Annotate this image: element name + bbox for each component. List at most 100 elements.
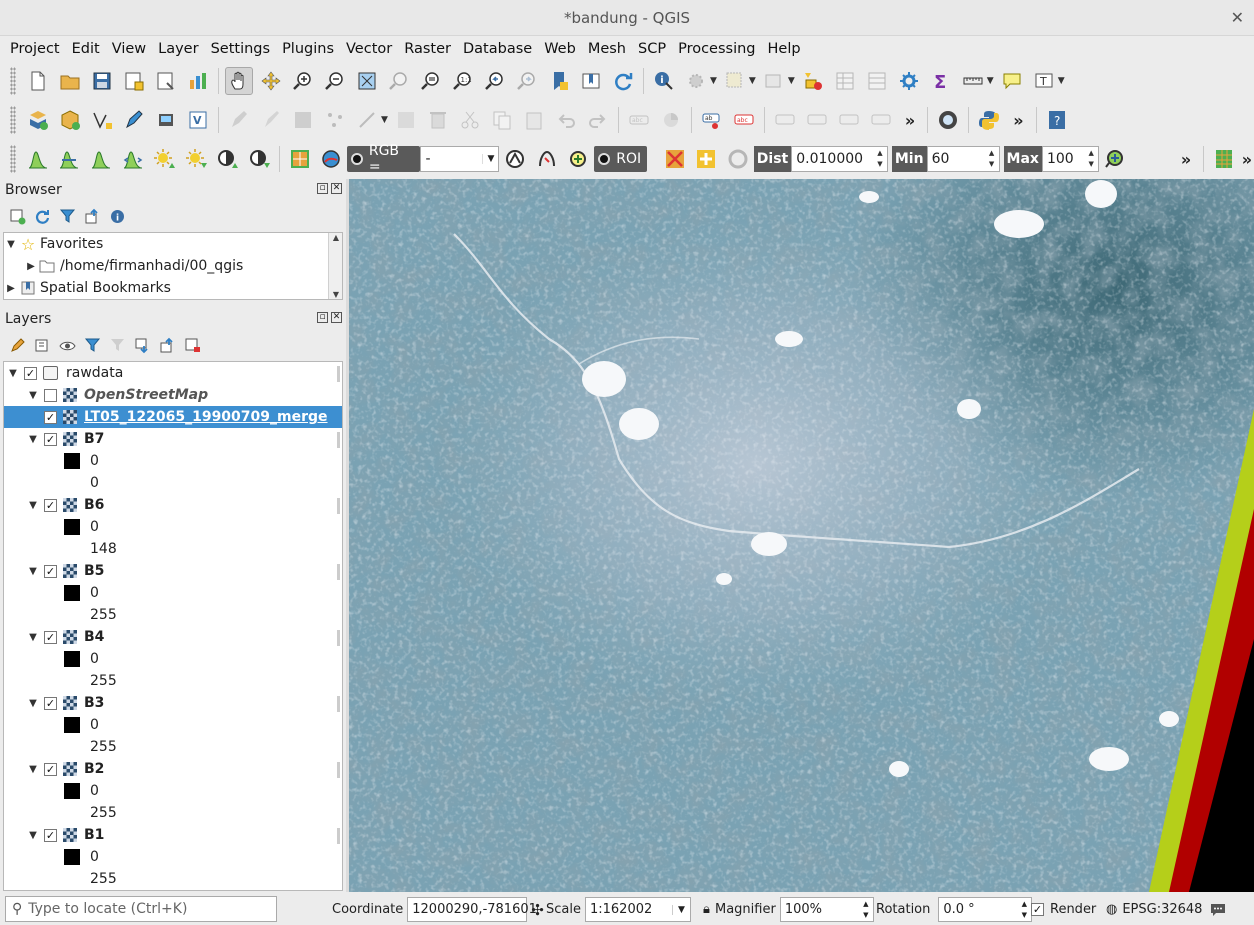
save-edits-icon[interactable] (289, 106, 317, 134)
python-console-icon[interactable] (975, 106, 1003, 134)
pan-map-icon[interactable] (225, 67, 253, 95)
map-tips-icon[interactable] (998, 67, 1026, 95)
layout-manager-icon[interactable] (152, 67, 180, 95)
field-calculator-icon[interactable] (863, 67, 891, 95)
add-selected-layers-icon[interactable] (6, 205, 28, 227)
rotate-label-icon[interactable] (835, 106, 863, 134)
radio-icon[interactable] (598, 153, 611, 165)
layer-visibility-checkbox[interactable]: ✓ (44, 498, 57, 512)
layer-visibility-checkbox[interactable]: ✓ (44, 828, 57, 842)
close-window-button[interactable]: ✕ (1231, 8, 1244, 27)
zoom-next-icon[interactable] (513, 67, 541, 95)
expand-triangle-icon[interactable]: ▼ (28, 566, 38, 577)
show-bookmarks-icon[interactable] (577, 67, 605, 95)
menu-raster[interactable]: Raster (398, 41, 457, 57)
contrast-down-icon[interactable] (245, 145, 273, 173)
rgb-previous-icon[interactable] (533, 145, 561, 173)
deselect-all-icon[interactable] (799, 67, 827, 95)
paste-features-icon[interactable] (520, 106, 548, 134)
layer-band[interactable]: ▼ ✓ B4 (4, 626, 342, 648)
toolbar-overflow-button[interactable]: » (1240, 150, 1254, 169)
move-label-icon[interactable] (803, 106, 831, 134)
save-project-icon[interactable] (88, 67, 116, 95)
expand-triangle-icon[interactable]: ▼ (28, 434, 38, 445)
text-annotation-icon[interactable]: T (1030, 67, 1058, 95)
add-group-icon[interactable] (31, 334, 53, 356)
delete-selected-icon[interactable] (424, 106, 452, 134)
virtual-layer-icon[interactable]: V (184, 106, 212, 134)
expand-triangle-icon[interactable]: ▼ (28, 830, 38, 841)
messages-button[interactable] (1210, 897, 1226, 922)
open-project-icon[interactable] (56, 67, 84, 95)
statistics-sum-icon[interactable]: Σ (927, 67, 955, 95)
filter-browser-icon[interactable] (56, 205, 78, 227)
show-hide-labels-icon[interactable] (771, 106, 799, 134)
zoom-to-selection-icon[interactable] (385, 67, 413, 95)
chevron-down-icon[interactable]: ▼ (381, 115, 388, 125)
help-icon[interactable]: ? (1043, 106, 1071, 134)
pan-to-selection-icon[interactable] (257, 67, 285, 95)
crs-button[interactable]: ◍ EPSG:32648 (1106, 897, 1202, 922)
lock-scale-icon[interactable]: 🔒︎ (703, 902, 710, 917)
locator-search-input[interactable]: ⚲ Type to locate (Ctrl+K) (5, 896, 277, 922)
zoom-native-icon[interactable]: 1:1 (449, 67, 477, 95)
run-feature-action-icon[interactable] (682, 67, 710, 95)
expand-triangle-icon[interactable]: ▼ (28, 500, 38, 511)
layer-visibility-checkbox[interactable]: ✓ (44, 410, 57, 424)
brightness-down-icon[interactable] (182, 145, 210, 173)
toggle-extents-icon[interactable]: ✣ (531, 901, 544, 919)
zoom-to-roi-icon[interactable] (565, 145, 593, 173)
select-by-value-icon[interactable] (760, 67, 788, 95)
roi-redo-icon[interactable] (724, 145, 752, 173)
layer-visibility-checkbox[interactable]: ✓ (44, 696, 57, 710)
select-features-icon[interactable] (721, 67, 749, 95)
rgb-cycle-icon[interactable] (501, 145, 529, 173)
zoom-in-icon[interactable] (289, 67, 317, 95)
layer-visibility-checkbox[interactable] (44, 388, 57, 402)
expand-all-icon[interactable] (131, 334, 153, 356)
contrast-up-icon[interactable] (214, 145, 242, 173)
magnifier-spinbox[interactable]: 100% ▲ ▼ (779, 897, 874, 922)
redo-icon[interactable] (584, 106, 612, 134)
layer-group-rawdata[interactable]: ▼ ✓ rawdata (4, 362, 342, 384)
menu-vector[interactable]: Vector (340, 41, 398, 57)
chevron-down-icon[interactable]: ▼ (788, 76, 795, 86)
menu-settings[interactable]: Settings (205, 41, 276, 57)
processing-toolbox-icon[interactable] (895, 67, 923, 95)
menu-layer[interactable]: Layer (152, 41, 204, 57)
tree-item-home-folder[interactable]: ▶ /home/firmanhadi/00_qgis (26, 255, 243, 277)
expand-triangle-icon[interactable]: ▼ (28, 698, 38, 709)
collapse-all-layers-icon[interactable] (156, 334, 178, 356)
current-edits-icon[interactable] (225, 106, 253, 134)
menu-processing[interactable]: Processing (672, 41, 761, 57)
layer-diagram-icon[interactable] (657, 106, 685, 134)
toolbar-overflow-button[interactable]: » (1173, 150, 1199, 169)
scroll-up-icon[interactable]: ▲ (329, 233, 342, 242)
map-canvas[interactable] (349, 179, 1254, 892)
new-project-icon[interactable] (24, 67, 52, 95)
chevron-down-icon[interactable]: ▼ (710, 76, 717, 86)
vertex-tool-icon[interactable] (353, 106, 381, 134)
scp-dock-icon[interactable] (286, 145, 314, 173)
toolbar-handle[interactable] (10, 67, 16, 95)
menu-database[interactable]: Database (457, 41, 538, 57)
enable-properties-icon[interactable]: i (106, 205, 128, 227)
menu-help[interactable]: Help (762, 41, 807, 57)
scroll-down-icon[interactable]: ▼ (329, 290, 342, 299)
layer-merge[interactable]: ✓ LT05_122065_19900709_merge (4, 406, 342, 428)
modify-attributes-icon[interactable] (392, 106, 420, 134)
local-histogram-stretch-icon[interactable] (24, 145, 52, 173)
change-label-icon[interactable] (867, 106, 895, 134)
histogram-stddev-icon[interactable] (119, 145, 147, 173)
menu-web[interactable]: Web (538, 41, 582, 57)
attribute-table-icon[interactable] (831, 67, 859, 95)
rgb-combo[interactable]: - ▼ (420, 146, 500, 172)
menu-project[interactable]: Project (4, 41, 66, 57)
style-manager-icon[interactable] (184, 67, 212, 95)
cut-features-icon[interactable] (456, 106, 484, 134)
render-checkbox[interactable]: ✓ (1031, 903, 1044, 916)
scp-zoom-input-icon[interactable] (317, 145, 345, 173)
layer-band[interactable]: ▼ ✓ B7 (4, 428, 342, 450)
chevron-down-icon[interactable]: ▼ (749, 76, 756, 86)
new-geopackage-icon[interactable] (56, 106, 84, 134)
